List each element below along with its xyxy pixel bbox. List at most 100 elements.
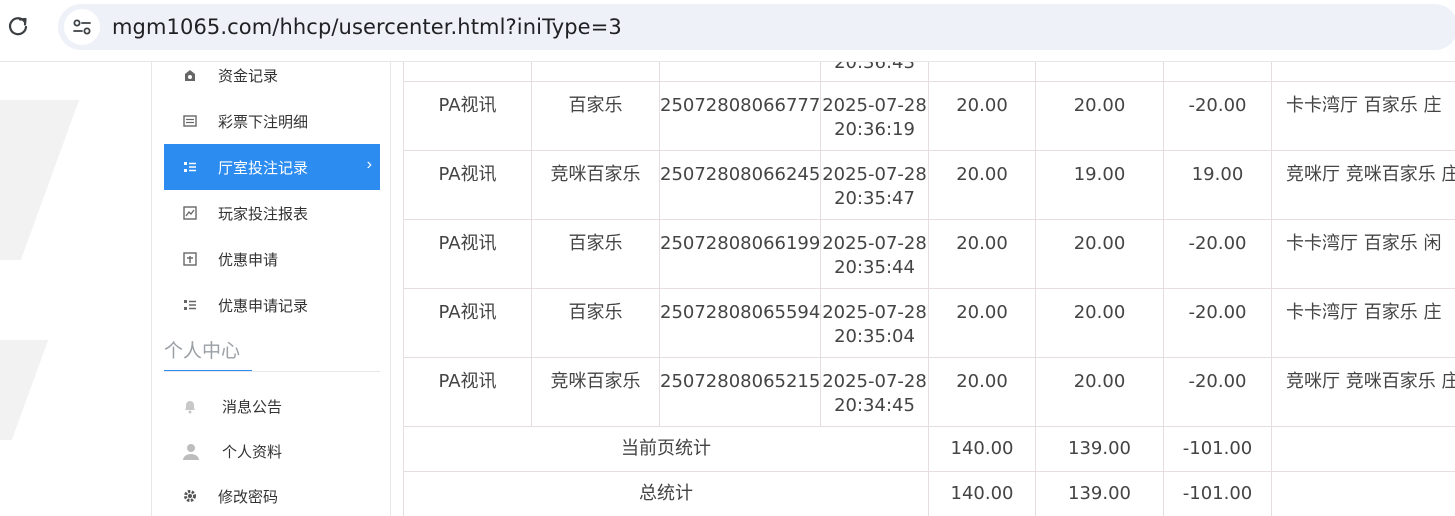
detail-cell: 竞咪厅 竞咪百家乐 庄	[1271, 150, 1455, 220]
sidebar-item-label: 个人资料	[222, 444, 283, 461]
valid-bet-cell: 20.00	[1035, 357, 1164, 427]
time-text: 20:35:04	[834, 326, 915, 347]
reload-icon[interactable]	[6, 14, 30, 38]
date-text: 2025-07-28	[822, 233, 927, 254]
profit-cell: -20.00	[1163, 81, 1272, 151]
time-text: 20:34:45	[834, 395, 915, 416]
date-text: 2025-07-28	[822, 371, 927, 392]
sidebar-item-label: 优惠申请	[218, 252, 279, 269]
game-cell: 百家乐	[531, 81, 660, 151]
section-title-personal-center: 个人中心	[164, 334, 252, 372]
sidebar-item-label: 优惠申请记录	[218, 298, 309, 315]
platform-cell: PA视讯	[403, 150, 532, 220]
sidebar-item-label: 玩家投注报表	[218, 206, 309, 223]
sidebar-item-change-password[interactable]: 修改密码	[164, 473, 380, 516]
site-info-icon[interactable]	[64, 9, 100, 45]
sidebar-item-label: 厅室投注记录	[218, 160, 309, 177]
bet-cell: 20.00	[928, 357, 1036, 427]
divider	[164, 371, 380, 372]
time-text: 20:36:19	[834, 119, 915, 140]
background-decoration	[0, 340, 49, 440]
order-cell: 250728080661992	[659, 219, 821, 289]
list-card-icon	[182, 113, 198, 129]
sidebar-item-promo-apply[interactable]: 优惠申请	[164, 236, 380, 282]
sidebar-item-announcements[interactable]: 消息公告	[164, 383, 380, 429]
platform-cell: PA视讯	[403, 219, 532, 289]
profit-cell: 19.00	[1163, 150, 1272, 220]
grand-total-row: 总统计 140.00 139.00 -101.00	[403, 471, 1455, 516]
bet-cell: 20.00	[928, 219, 1036, 289]
money-bag-icon	[182, 67, 198, 83]
sidebar-item-player-report[interactable]: 玩家投注报表	[164, 190, 380, 236]
valid-bet-cell: 19.00	[1035, 150, 1164, 220]
address-bar[interactable]: mgm1065.com/hhcp/usercenter.html?iniType…	[58, 4, 1455, 50]
bet-cell: 20.00	[928, 288, 1036, 358]
table-row: 20:36:43	[403, 62, 1455, 82]
game-cell: 竞咪百家乐	[531, 150, 660, 220]
table-row: PA视讯 竞咪百家乐 250728080652151 2025-07-28 20:…	[403, 357, 1455, 427]
platform-cell: PA视讯	[403, 81, 532, 151]
order-cell: 250728080655947	[659, 288, 821, 358]
date-text: 2025-07-28	[822, 164, 927, 185]
order-cell: 250728080662450	[659, 150, 821, 220]
gear-icon	[182, 488, 198, 504]
sidebar-item-promo-records[interactable]: 优惠申请记录	[164, 282, 380, 328]
sidebar-item-profile[interactable]: 个人资料	[164, 428, 380, 474]
profit-cell: -20.00	[1163, 219, 1272, 289]
chevron-right-icon: ›	[366, 156, 372, 173]
order-cell: 250728080652151	[659, 357, 821, 427]
grand-total-valid: 139.00	[1035, 471, 1164, 516]
table-row: PA视讯 百家乐 250728080661992 2025-07-28 20:35…	[403, 219, 1455, 289]
game-cell: 百家乐	[531, 219, 660, 289]
order-cell: 250728080667775	[659, 81, 821, 151]
sidebar-item-fund-records[interactable]: 资金记录	[164, 52, 380, 98]
page-total-valid: 139.00	[1035, 426, 1164, 472]
datetime-cell: 2025-07-28 20:36:19	[820, 81, 929, 151]
bell-icon	[182, 398, 198, 414]
table-row: PA视讯 百家乐 250728080655947 2025-07-28 20:35…	[403, 288, 1455, 358]
page-total-profit: -101.00	[1163, 426, 1272, 472]
chart-icon	[182, 205, 198, 221]
game-cell: 百家乐	[531, 288, 660, 358]
datetime-cell: 2025-07-28 20:35:44	[820, 219, 929, 289]
detail-cell: 卡卡湾厅 百家乐 庄	[1271, 288, 1455, 358]
detail-cell: 卡卡湾厅 百家乐 闲	[1271, 219, 1455, 289]
valid-bet-cell: 20.00	[1035, 81, 1164, 151]
page-total-bet: 140.00	[928, 426, 1036, 472]
table-row: PA视讯 竞咪百家乐 250728080662450 2025-07-28 20:…	[403, 150, 1455, 220]
list-icon	[182, 159, 198, 175]
platform-cell: PA视讯	[403, 357, 532, 427]
url-text[interactable]: mgm1065.com/hhcp/usercenter.html?iniType…	[112, 15, 622, 39]
date-text: 2025-07-28	[822, 302, 927, 323]
datetime-cell: 2025-07-28 20:35:47	[820, 150, 929, 220]
time-text: 20:35:44	[834, 257, 915, 278]
sidebar: 资金记录 彩票下注明细 厅室投注记录 › 玩家投注报表 优惠申请 优惠申请记录 …	[151, 62, 391, 516]
platform-cell: PA视讯	[403, 288, 532, 358]
game-cell: 竞咪百家乐	[531, 357, 660, 427]
valid-bet-cell: 20.00	[1035, 288, 1164, 358]
profit-cell: -20.00	[1163, 357, 1272, 427]
datetime-cell: 2025-07-28 20:34:45	[820, 357, 929, 427]
date-text: 2025-07-28	[822, 95, 927, 116]
valid-bet-cell: 20.00	[1035, 219, 1164, 289]
background-decoration	[0, 100, 80, 260]
time-text: 20:35:47	[834, 188, 915, 209]
sidebar-item-label: 彩票下注明细	[218, 114, 309, 131]
sidebar-item-label: 修改密码	[218, 489, 279, 506]
gift-icon	[182, 251, 198, 267]
sidebar-item-label: 消息公告	[222, 399, 283, 416]
sidebar-item-lottery-bets[interactable]: 彩票下注明细	[164, 98, 380, 144]
datetime-cell: 2025-07-28 20:35:04	[820, 288, 929, 358]
time-cell: 20:36:43	[820, 62, 929, 82]
profit-cell: -20.00	[1163, 288, 1272, 358]
grand-total-profit: -101.00	[1163, 471, 1272, 516]
bet-records-table: 20:36:43 PA视讯 百家乐 250728080667775 2025-0…	[403, 62, 1455, 516]
detail-cell: 卡卡湾厅 百家乐 庄	[1271, 81, 1455, 151]
detail-cell: 竞咪厅 竞咪百家乐 庄	[1271, 357, 1455, 427]
table-row: PA视讯 百家乐 250728080667775 2025-07-28 20:36…	[403, 81, 1455, 151]
page-total-row: 当前页统计 140.00 139.00 -101.00	[403, 426, 1455, 472]
grand-total-bet: 140.00	[928, 471, 1036, 516]
sidebar-item-hall-bets[interactable]: 厅室投注记录 ›	[164, 144, 380, 190]
user-icon	[182, 443, 199, 460]
page-total-label: 当前页统计	[403, 426, 929, 472]
